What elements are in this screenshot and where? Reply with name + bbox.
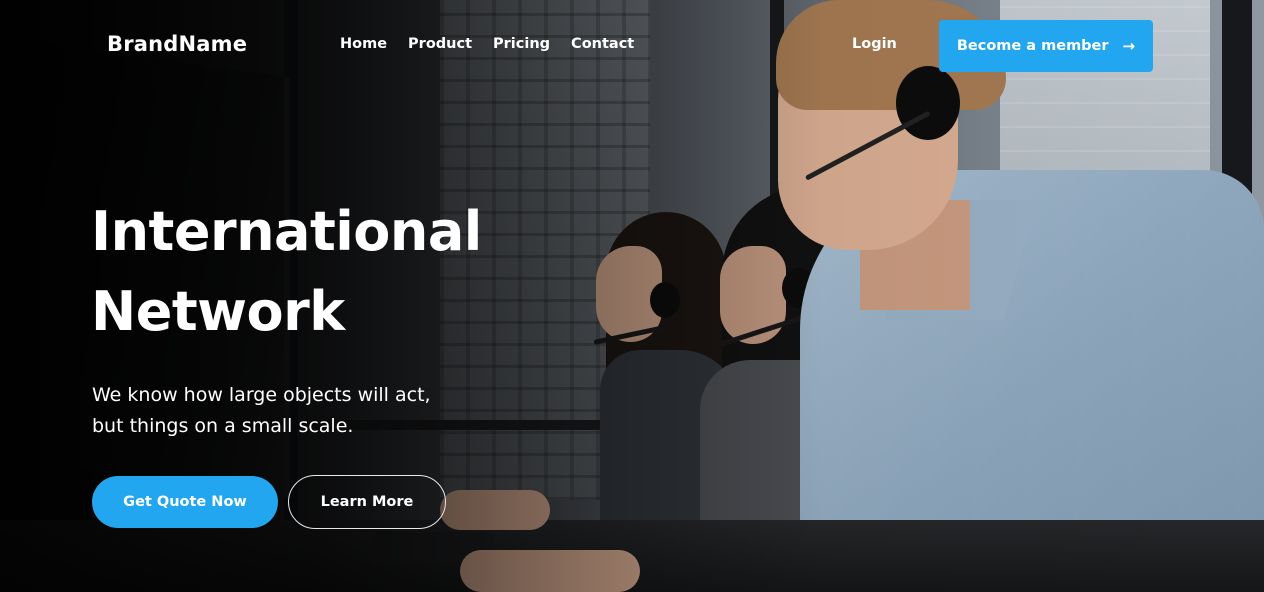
nav-link-home[interactable]: Home: [340, 36, 387, 52]
nav-link-product[interactable]: Product: [408, 36, 472, 52]
login-link[interactable]: Login: [852, 36, 897, 52]
nav-link-pricing[interactable]: Pricing: [493, 36, 550, 52]
hero-subtitle: We know how large objects will act, but …: [92, 380, 512, 442]
nav-link-contact[interactable]: Contact: [571, 36, 634, 52]
get-quote-button[interactable]: Get Quote Now: [92, 476, 278, 528]
become-member-label: Become a member: [956, 38, 1109, 54]
arrow-right-icon: →: [1122, 37, 1136, 55]
brand-logo[interactable]: BrandName: [107, 32, 247, 56]
hero-subtitle-line-1: We know how large objects will act,: [92, 384, 431, 406]
become-member-button[interactable]: Become a member →: [939, 20, 1153, 72]
main-nav: Home Product Pricing Contact: [340, 36, 634, 52]
hero-subtitle-line-2: but things on a small scale.: [92, 415, 354, 437]
learn-more-button[interactable]: Learn More: [288, 475, 446, 529]
hero-title: International Network: [91, 192, 482, 352]
hero-title-line-2: Network: [91, 280, 345, 343]
hero-title-line-1: International: [91, 200, 482, 263]
